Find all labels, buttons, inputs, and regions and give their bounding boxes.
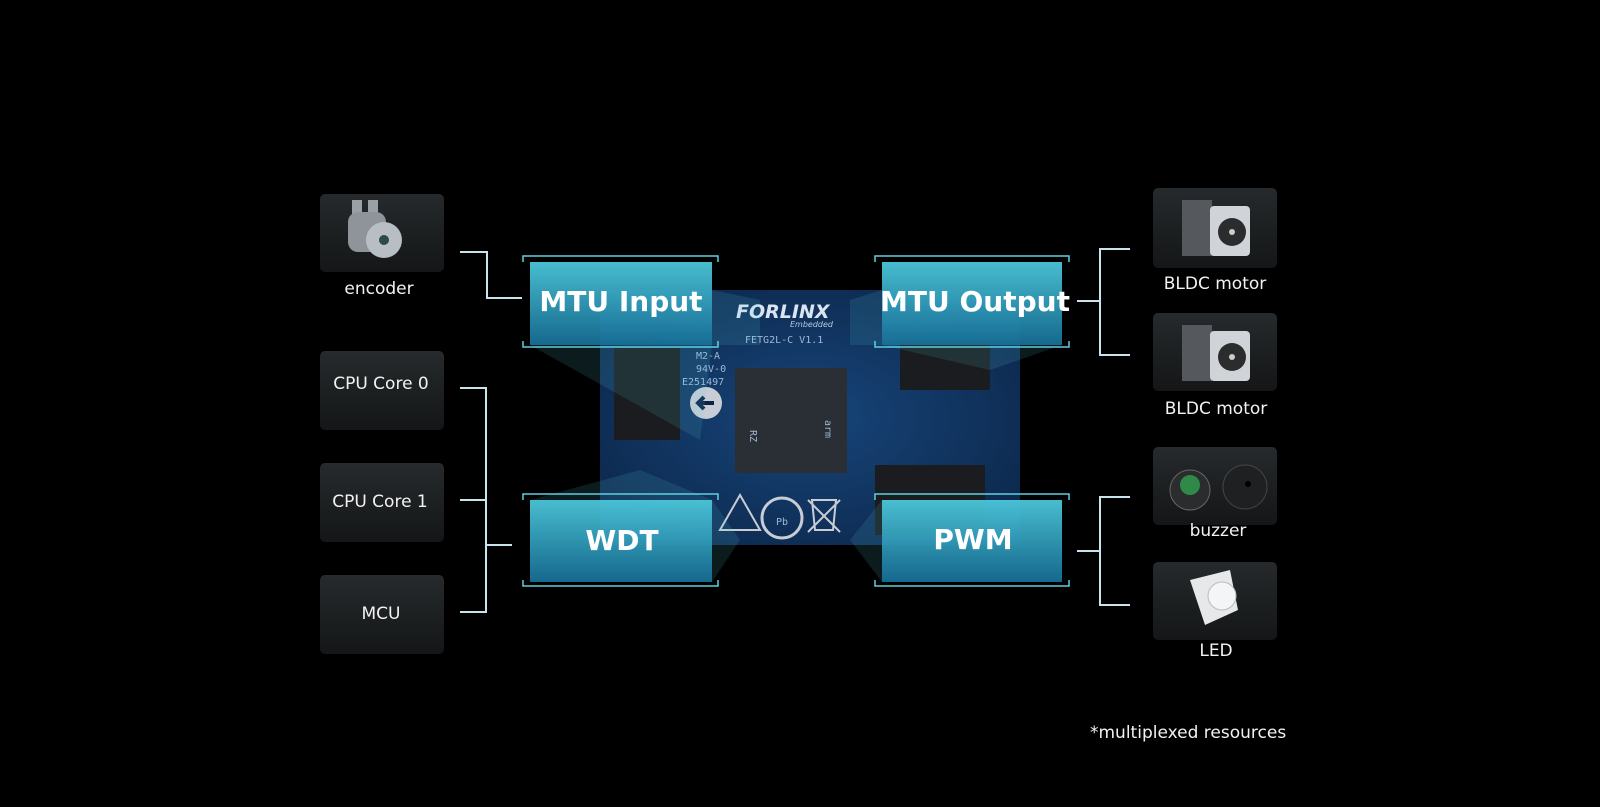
card-label: LED	[1199, 641, 1232, 661]
card-cpu-core-0: CPU Core 0	[320, 351, 444, 430]
brand-sub: Embedded	[790, 320, 834, 329]
card-label: buzzer	[1190, 521, 1247, 541]
card-label: CPU Core 1	[332, 492, 428, 512]
block-mtu-input: MTU Input	[522, 255, 719, 348]
block-mtu-output: MTU Output	[874, 255, 1070, 348]
card-cpu-core-1: CPU Core 1	[320, 463, 444, 542]
block-wdt: WDT	[522, 493, 719, 587]
block-label: PWM	[933, 523, 1012, 556]
block-label: WDT	[585, 524, 658, 557]
block-pwm: PWM	[874, 493, 1070, 587]
block-label: MTU Output	[880, 285, 1070, 318]
svg-text:Pb: Pb	[776, 517, 788, 528]
card-buzzer: buzzer	[1153, 447, 1277, 541]
arm-mark: arm	[822, 420, 833, 438]
card-encoder: encoder	[320, 194, 444, 299]
card-label: BLDC motor	[1165, 399, 1268, 419]
diagram-canvas: arm RZ Pb FORLINX Embedded FETG2L-C V1.1…	[320, 188, 1286, 743]
chip-text: RZ	[747, 430, 758, 442]
card-bldc-motor-2: BLDC motor	[1153, 313, 1277, 419]
card-label: CPU Core 0	[333, 374, 429, 394]
card-label: MCU	[362, 604, 401, 624]
motor-icon	[1182, 325, 1250, 381]
motor-icon	[1182, 200, 1250, 256]
card-label: encoder	[344, 279, 413, 299]
card-led: LED	[1153, 562, 1277, 661]
block-label: MTU Input	[539, 285, 702, 318]
footnote: *multiplexed resources	[1090, 723, 1286, 743]
card-label: BLDC motor	[1164, 274, 1267, 294]
card-bldc-motor-1: BLDC motor	[1153, 188, 1277, 294]
card-mcu: MCU	[320, 575, 444, 654]
